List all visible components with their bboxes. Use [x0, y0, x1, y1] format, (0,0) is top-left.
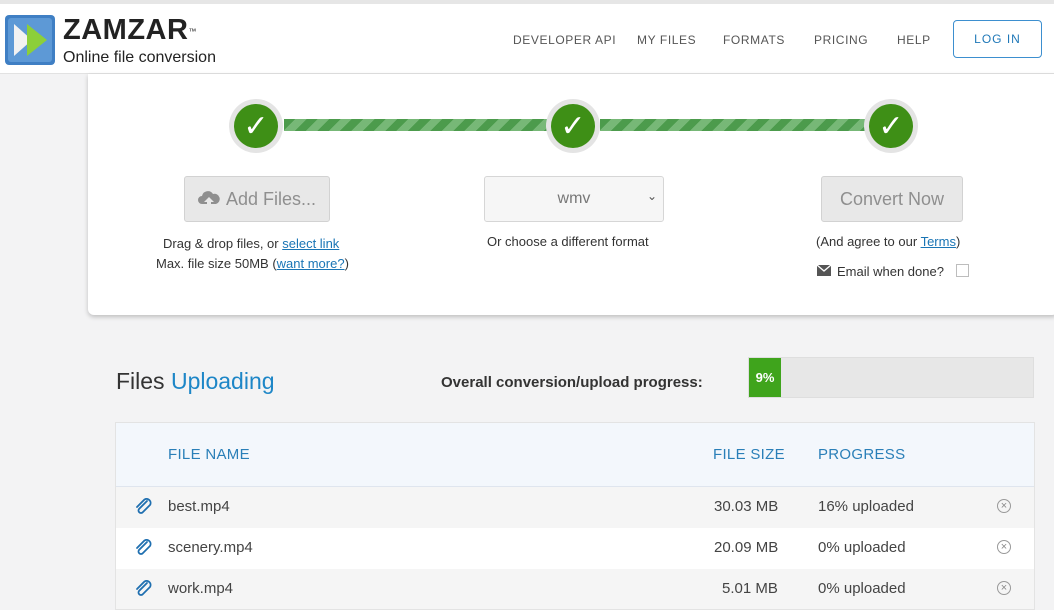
- nav-my-files[interactable]: MY FILES: [637, 33, 696, 47]
- max-file-size-hint: Max. file size 50MB (want more?): [156, 256, 349, 271]
- file-name: best.mp4: [168, 498, 230, 515]
- table-row: scenery.mp4 20.09 MB 0% uploaded ×: [116, 528, 1034, 569]
- remove-file-icon[interactable]: ×: [997, 581, 1011, 595]
- brand-tagline: Online file conversion: [63, 49, 216, 66]
- brand-name[interactable]: ZAMZAR™: [63, 15, 197, 45]
- remove-file-icon[interactable]: ×: [997, 540, 1011, 554]
- step-1-indicator: ✓: [229, 99, 283, 153]
- nav-formats[interactable]: FORMATS: [723, 33, 785, 47]
- files-table: FILE NAME FILE SIZE PROGRESS best.mp4 30…: [115, 422, 1035, 610]
- column-progress: PROGRESS: [818, 446, 906, 463]
- format-select[interactable]: wmv ⌄: [484, 176, 664, 222]
- paperclip-icon: [136, 498, 152, 514]
- file-progress: 0% uploaded: [818, 539, 906, 556]
- chevron-down-icon: ⌄: [646, 189, 657, 203]
- terms-agreement: (And agree to our Terms): [816, 234, 961, 249]
- email-when-done-checkbox[interactable]: [956, 264, 969, 277]
- site-header: ZAMZAR™ Online file conversion DEVELOPER…: [0, 0, 1054, 74]
- overall-progress-label: Overall conversion/upload progress:: [441, 374, 703, 391]
- step-3-indicator: ✓: [864, 99, 918, 153]
- nav-help[interactable]: HELP: [897, 33, 931, 47]
- email-when-done-label: Email when done?: [837, 264, 944, 279]
- want-more-link[interactable]: want more?: [277, 256, 345, 271]
- table-row: work.mp4 5.01 MB 0% uploaded ×: [116, 569, 1034, 609]
- check-icon: ✓: [551, 104, 595, 148]
- file-progress: 16% uploaded: [818, 498, 914, 515]
- paperclip-icon: [136, 580, 152, 596]
- table-row: best.mp4 30.03 MB 16% uploaded ×: [116, 487, 1034, 528]
- progress-track-1: [284, 119, 550, 131]
- file-name: work.mp4: [168, 580, 234, 597]
- file-size: 5.01 MB: [722, 580, 778, 597]
- terms-link[interactable]: Terms: [921, 234, 956, 249]
- envelope-icon: [817, 265, 831, 276]
- check-icon: ✓: [869, 104, 913, 148]
- check-icon: ✓: [234, 104, 278, 148]
- overall-progress-fill: 9%: [749, 358, 781, 397]
- table-header: FILE NAME FILE SIZE PROGRESS: [116, 423, 1034, 487]
- file-progress: 0% uploaded: [818, 580, 906, 597]
- file-size: 30.03 MB: [714, 498, 779, 515]
- step-2-indicator: ✓: [546, 99, 600, 153]
- column-file-size: FILE SIZE: [713, 446, 785, 463]
- file-size: 20.09 MB: [714, 539, 779, 556]
- nav-pricing[interactable]: PRICING: [814, 33, 868, 47]
- paperclip-icon: [136, 539, 152, 555]
- login-button[interactable]: LOG IN: [953, 20, 1042, 58]
- remove-file-icon[interactable]: ×: [997, 499, 1011, 513]
- progress-track-2: [600, 119, 866, 131]
- overall-progress-bar: 9%: [748, 357, 1034, 398]
- files-uploading-heading: Files Uploading: [116, 368, 275, 394]
- file-name: scenery.mp4: [168, 539, 253, 556]
- cloud-upload-icon: [197, 191, 220, 207]
- format-hint: Or choose a different format: [487, 234, 649, 249]
- convert-now-button[interactable]: Convert Now: [821, 176, 963, 222]
- zamzar-logo-icon[interactable]: [5, 15, 55, 65]
- column-file-name: FILE NAME: [168, 446, 250, 463]
- select-link[interactable]: select link: [282, 236, 339, 251]
- drag-drop-hint: Drag & drop files, or select link: [163, 236, 340, 251]
- nav-developer-api[interactable]: DEVELOPER API: [513, 33, 616, 47]
- add-files-button[interactable]: Add Files...: [184, 176, 330, 222]
